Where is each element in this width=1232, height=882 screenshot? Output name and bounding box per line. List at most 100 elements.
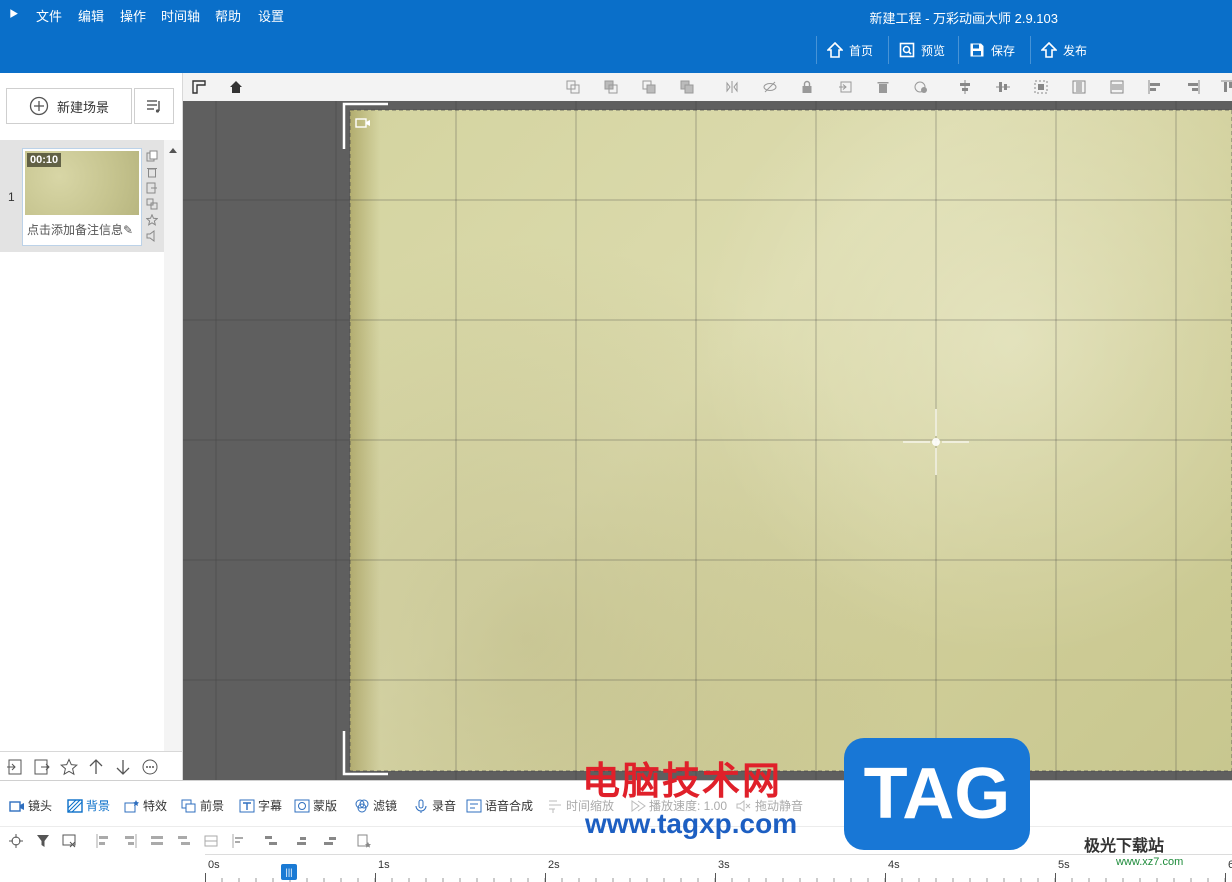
delete-scene-icon[interactable]	[146, 166, 158, 178]
track-tool-filter[interactable]: 滤镜	[354, 797, 397, 814]
menu-file[interactable]: 文件	[36, 6, 62, 25]
home-icon	[827, 42, 843, 58]
menu-help[interactable]: 帮助	[215, 6, 241, 25]
timeline-align-3-icon[interactable]	[150, 834, 164, 848]
tick-label: 0s	[208, 859, 220, 871]
track-tool-camera[interactable]: 镜头	[9, 797, 52, 814]
scene-list-button[interactable]	[134, 88, 174, 124]
timeline-align-4-icon[interactable]	[177, 834, 191, 848]
group-icon[interactable]	[838, 80, 852, 94]
canvas-toolbar	[183, 73, 1232, 102]
lock-icon[interactable]	[800, 80, 814, 94]
favorite-icon[interactable]	[60, 758, 78, 776]
fit-height-icon[interactable]	[1110, 80, 1124, 94]
import-icon[interactable]	[6, 758, 24, 776]
align-right-icon[interactable]	[1186, 80, 1200, 94]
export-scene-icon[interactable]	[146, 182, 158, 194]
track-tool-subtitle[interactable]: 字幕	[239, 797, 282, 814]
stack-right-icon[interactable]	[323, 834, 337, 848]
scroll-up-icon[interactable]	[168, 146, 178, 154]
menu-timeline[interactable]: 时间轴	[161, 6, 200, 25]
preview-icon	[899, 42, 915, 58]
hide-icon[interactable]	[763, 80, 777, 94]
save-button-label: 保存	[991, 43, 1016, 58]
tick-label: 3s	[718, 859, 730, 871]
center-crosshair-icon[interactable]	[903, 409, 969, 475]
move-up-icon[interactable]	[87, 758, 105, 776]
track-tool-label: 蒙版	[313, 799, 338, 813]
scene-list-scrollbar[interactable]	[164, 140, 182, 780]
camera-icon[interactable]	[355, 117, 371, 129]
track-tool-mask[interactable]: 蒙版	[294, 797, 337, 814]
track-tool-label: 镜头	[28, 799, 53, 813]
scene-row[interactable]: 1 00:10 点击添加备注信息✎	[0, 140, 164, 252]
menu-operation[interactable]: 操作	[120, 6, 146, 25]
track-tool-effects[interactable]: 特效	[124, 797, 167, 814]
duplicate-icon[interactable]	[146, 198, 158, 210]
clear-filter-icon[interactable]	[62, 834, 76, 848]
fit-width-icon[interactable]	[1072, 80, 1086, 94]
subtitle-icon	[239, 799, 255, 812]
stack-left-icon[interactable]	[296, 834, 310, 848]
track-tool-background[interactable]: 背景	[67, 797, 110, 814]
home-button[interactable]: 首页	[816, 36, 873, 64]
scene-thumbnail[interactable]: 00:10	[25, 151, 139, 215]
bring-forward-icon[interactable]	[604, 80, 618, 94]
save-button[interactable]: 保存	[958, 36, 1015, 64]
timeline-ruler[interactable]: ||| 0s 1s 2s 3s 4s 5s 6s	[205, 854, 1232, 882]
watermark-site-url: www.xz7.com	[1116, 856, 1184, 868]
timeline-align-2-icon[interactable]	[123, 834, 137, 848]
canvas-grid	[183, 101, 1232, 780]
align-horizontal-center-icon[interactable]	[996, 80, 1010, 94]
publish-icon	[1041, 42, 1057, 58]
scene-panel: 新建场景 1 00:10 点击添加备注信息✎	[0, 73, 183, 782]
bring-front-icon[interactable]	[566, 80, 580, 94]
scene-note-text: 点击添加备注信息	[27, 223, 124, 237]
scene-note-input[interactable]: 点击添加备注信息✎	[27, 221, 133, 238]
canvas-stage[interactable]	[183, 101, 1232, 780]
copy-scene-icon[interactable]	[146, 150, 158, 162]
align-top-icon[interactable]	[1221, 80, 1232, 94]
new-scene-button[interactable]: 新建场景	[6, 88, 132, 124]
move-down-icon[interactable]	[114, 758, 132, 776]
watermark-url: www.tagxp.com	[585, 808, 798, 839]
send-backward-icon[interactable]	[642, 80, 656, 94]
publish-button[interactable]: 发布	[1030, 36, 1087, 64]
export-icon[interactable]	[33, 758, 51, 776]
sound-icon[interactable]	[146, 230, 158, 242]
preview-button[interactable]: 预览	[888, 36, 945, 64]
playhead-handle[interactable]: |||	[281, 864, 297, 880]
home-view-icon[interactable]	[229, 80, 243, 94]
filter-funnel-icon[interactable]	[36, 834, 50, 848]
align-vertical-center-icon[interactable]	[958, 80, 972, 94]
delete-icon[interactable]	[876, 80, 890, 94]
menu-edit[interactable]: 编辑	[78, 6, 104, 25]
distribute-icon[interactable]	[264, 834, 278, 848]
mask-icon	[294, 799, 310, 812]
align-left-icon[interactable]	[1148, 80, 1162, 94]
style-icon[interactable]	[914, 80, 928, 94]
watermark-site-name: 极光下载站	[1084, 838, 1165, 855]
more-icon[interactable]	[141, 758, 159, 776]
camera-frame-corners	[342, 102, 388, 776]
send-back-icon[interactable]	[680, 80, 694, 94]
scene-duration: 00:10	[27, 153, 62, 167]
timeline-align-6-icon[interactable]	[231, 834, 245, 848]
track-tool-label: 语音合成	[485, 799, 534, 813]
track-tool-label: 录音	[432, 799, 457, 813]
ruler-icon[interactable]	[192, 80, 206, 94]
timeline-align-5-icon[interactable]	[204, 834, 218, 848]
timeline-align-1-icon[interactable]	[96, 834, 110, 848]
target-icon[interactable]	[9, 834, 23, 848]
track-tool-foreground[interactable]: 前景	[181, 797, 224, 814]
scene-card[interactable]: 00:10 点击添加备注信息✎	[22, 148, 142, 246]
tick-label: 6s	[1228, 859, 1232, 871]
menu-settings[interactable]: 设置	[258, 6, 284, 25]
favorite-list-icon[interactable]	[357, 834, 371, 848]
speech-synthesis-icon	[466, 799, 482, 812]
track-tool-microphone[interactable]: 录音	[413, 797, 456, 814]
track-tool-speech-synthesis[interactable]: 语音合成	[466, 797, 533, 814]
star-icon[interactable]	[146, 214, 158, 226]
fit-canvas-icon[interactable]	[1034, 80, 1048, 94]
flip-icon[interactable]	[725, 80, 739, 94]
